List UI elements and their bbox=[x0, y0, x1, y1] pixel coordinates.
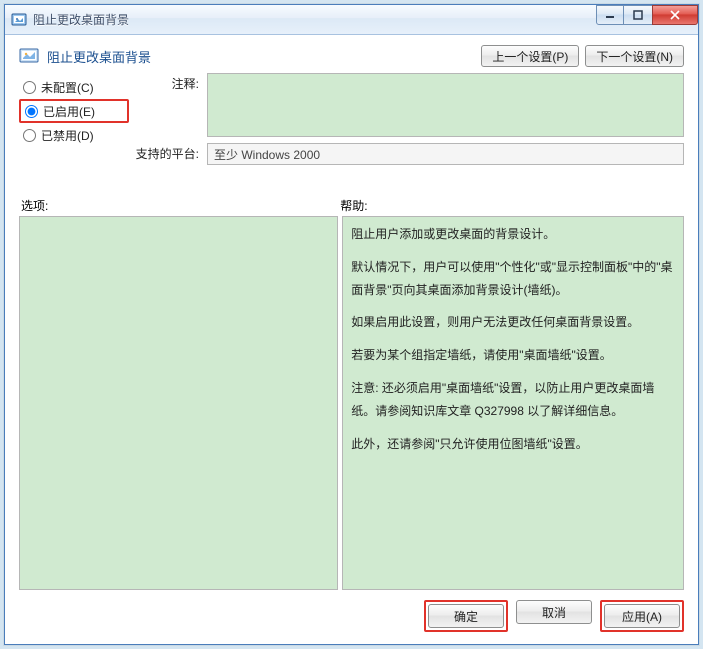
platform-row: 支持的平台: bbox=[129, 143, 684, 165]
policy-title: 阻止更改桌面背景 bbox=[47, 47, 151, 66]
next-setting-button[interactable]: 下一个设置(N) bbox=[585, 45, 684, 67]
policy-icon bbox=[19, 46, 39, 66]
section-labels: 选项: 帮助: bbox=[19, 197, 684, 214]
close-button[interactable] bbox=[652, 5, 698, 25]
comment-input[interactable] bbox=[207, 73, 684, 137]
help-panel[interactable]: 阻止用户添加或更改桌面的背景设计。 默认情况下，用户可以使用"个性化"或"显示控… bbox=[342, 216, 684, 590]
radio-disabled-input[interactable] bbox=[23, 129, 36, 142]
radio-enabled-label: 已启用(E) bbox=[43, 103, 95, 120]
radio-disabled-label: 已禁用(D) bbox=[41, 127, 94, 144]
help-text: 如果启用此设置，则用户无法更改任何桌面背景设置。 bbox=[351, 311, 675, 334]
content-area: 阻止更改桌面背景 上一个设置(P) 下一个设置(N) 未配置(C) 已启用(E) bbox=[5, 35, 698, 644]
ok-button[interactable]: 确定 bbox=[428, 604, 504, 628]
window-title: 阻止更改桌面背景 bbox=[33, 11, 129, 28]
radio-not-configured[interactable]: 未配置(C) bbox=[19, 75, 129, 99]
platform-label: 支持的平台: bbox=[129, 143, 199, 162]
help-text: 此外，还请参阅"只允许使用位图墙纸"设置。 bbox=[351, 433, 675, 456]
apply-button[interactable]: 应用(A) bbox=[604, 604, 680, 628]
minimize-button[interactable] bbox=[596, 5, 624, 25]
help-text: 阻止用户添加或更改桌面的背景设计。 bbox=[351, 223, 675, 246]
radio-enabled-input[interactable] bbox=[25, 105, 38, 118]
titlebar: 阻止更改桌面背景 bbox=[5, 5, 698, 35]
ok-highlight: 确定 bbox=[424, 600, 508, 632]
header-left: 阻止更改桌面背景 bbox=[19, 46, 151, 66]
comment-row: 注释: bbox=[129, 73, 684, 137]
footer: 确定 取消 应用(A) bbox=[19, 590, 684, 632]
maximize-button[interactable] bbox=[623, 5, 653, 25]
policy-window: 阻止更改桌面背景 bbox=[4, 4, 699, 645]
platform-value bbox=[207, 143, 684, 165]
radio-not-configured-input[interactable] bbox=[23, 81, 36, 94]
help-text: 若要为某个组指定墙纸，请使用"桌面墙纸"设置。 bbox=[351, 344, 675, 367]
state-radiogroup: 未配置(C) 已启用(E) 已禁用(D) bbox=[19, 73, 129, 147]
app-icon bbox=[11, 12, 27, 28]
field-column: 注释: 支持的平台: bbox=[129, 73, 684, 165]
radio-enabled[interactable]: 已启用(E) bbox=[19, 99, 129, 123]
radio-not-configured-label: 未配置(C) bbox=[41, 79, 94, 96]
help-text: 注意: 还必须启用"桌面墙纸"设置，以防止用户更改桌面墙纸。请参阅知识库文章 Q… bbox=[351, 377, 675, 423]
config-row: 未配置(C) 已启用(E) 已禁用(D) 注释: 支持的平台: bbox=[19, 73, 684, 165]
options-panel[interactable] bbox=[19, 216, 338, 590]
window-controls bbox=[597, 5, 698, 25]
panels: 阻止用户添加或更改桌面的背景设计。 默认情况下，用户可以使用"个性化"或"显示控… bbox=[19, 216, 684, 590]
cancel-button[interactable]: 取消 bbox=[516, 600, 592, 624]
help-text: 默认情况下，用户可以使用"个性化"或"显示控制面板"中的"桌面背景"页向其桌面添… bbox=[351, 256, 675, 302]
help-label: 帮助: bbox=[338, 197, 684, 214]
header-row: 阻止更改桌面背景 上一个设置(P) 下一个设置(N) bbox=[19, 45, 684, 67]
header-buttons: 上一个设置(P) 下一个设置(N) bbox=[481, 45, 684, 67]
radio-disabled[interactable]: 已禁用(D) bbox=[19, 123, 129, 147]
apply-highlight: 应用(A) bbox=[600, 600, 684, 632]
comment-label: 注释: bbox=[129, 73, 199, 92]
options-label: 选项: bbox=[19, 197, 338, 214]
prev-setting-button[interactable]: 上一个设置(P) bbox=[481, 45, 579, 67]
